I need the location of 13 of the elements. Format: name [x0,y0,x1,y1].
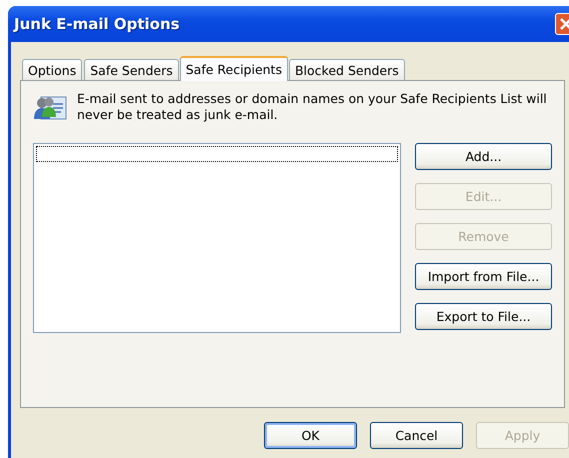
tab[interactable]: Safe Senders [84,59,179,80]
tab[interactable]: Safe Recipients [180,56,288,81]
recipients-list[interactable] [33,143,401,333]
tab[interactable]: Options [22,59,82,80]
dialog-button[interactable]: OK [264,422,357,449]
dialog-button[interactable]: Cancel [370,422,463,449]
tab[interactable]: Blocked Senders [288,59,405,80]
close-icon [559,17,569,31]
action-button[interactable]: Add... [415,143,552,170]
action-button[interactable]: Import from File... [415,263,552,290]
description-text: E-mail sent to addresses or domain names on your Safe Recipients List will never be treated as junk e-mail. [77,91,547,123]
action-button[interactable]: Export to File... [415,303,552,330]
window-title: Junk E-mail Options [14,15,180,33]
